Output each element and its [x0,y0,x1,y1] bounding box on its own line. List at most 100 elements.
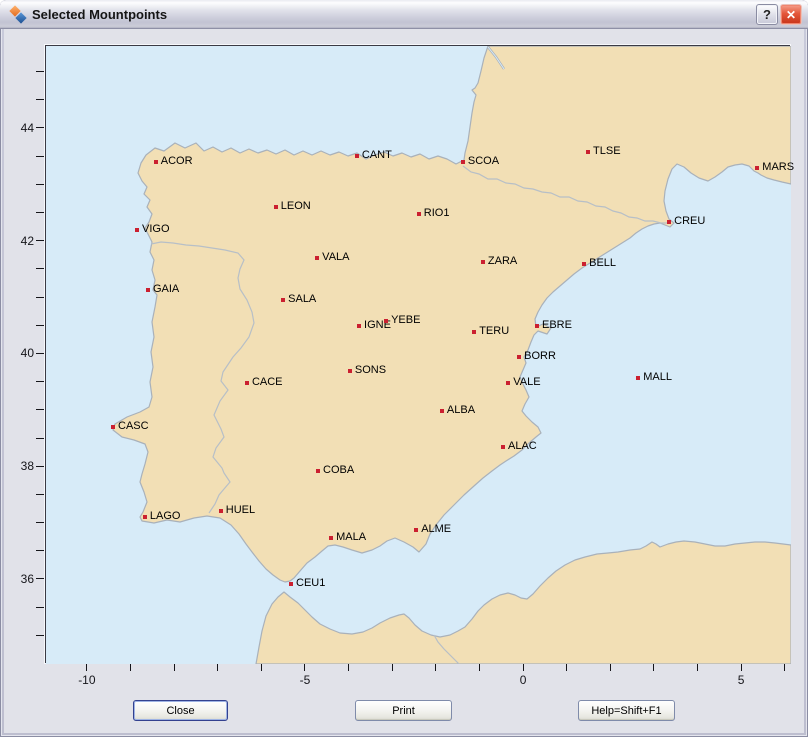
y-axis-tick [36,381,44,382]
station-label: CREU [674,215,705,228]
y-axis-tick [36,99,44,100]
station-label: ZARA [488,255,517,268]
station-marker-ALME [414,528,418,532]
x-axis-tick [86,664,87,671]
x-axis-tick [392,664,393,671]
station-marker-LAGO [143,515,147,519]
x-axis-tick [130,664,131,671]
station-label: TLSE [593,145,621,158]
x-axis-label: -10 [65,673,109,687]
x-axis-tick [610,664,611,671]
x-axis-tick [261,664,262,671]
station-label: HUEL [226,504,255,517]
x-axis-tick [174,664,175,671]
station-label: ALAC [508,440,537,453]
y-axis-tick [36,353,44,354]
station-label: ACOR [161,155,193,168]
station-label: VIGO [142,223,170,236]
x-axis-tick [741,664,742,671]
station-label: MALL [643,371,672,384]
station-label: MARS [762,161,794,174]
x-axis-tick [348,664,349,671]
window-title: Selected Mountpoints [32,7,167,22]
y-axis-tick [36,184,44,185]
y-axis-tick [36,550,44,551]
station-label: CACE [252,376,283,389]
station-marker-SALA [281,298,285,302]
station-label: CASC [118,420,149,433]
station-marker-ACOR [154,160,158,164]
y-axis-label: 38 [4,459,34,473]
station-marker-SONS [348,369,352,373]
station-marker-CACE [245,381,249,385]
map-svg [46,46,791,664]
x-axis-tick [697,664,698,671]
station-marker-ALAC [501,445,505,449]
x-axis-label: 5 [719,673,763,687]
y-axis-tick [36,297,44,298]
y-axis-label: 42 [4,234,34,248]
station-marker-SCOA [461,160,465,164]
station-label: COBA [323,464,354,477]
y-axis-tick [36,438,44,439]
station-label: ALME [421,523,451,536]
station-marker-CANT [355,154,359,158]
y-axis-tick [36,240,44,241]
station-label: YEBE [391,314,420,327]
x-axis-tick [784,664,785,671]
y-axis-tick [36,635,44,636]
station-label: VALE [513,376,540,389]
y-axis-tick [36,607,44,608]
station-marker-IGNE [357,324,361,328]
station-marker-MALL [636,376,640,380]
station-marker-BORR [517,355,521,359]
y-axis-tick [36,494,44,495]
titlebar-help-button[interactable]: ? [756,4,778,25]
station-label: SONS [355,364,386,377]
x-axis-tick [479,664,480,671]
station-label: LAGO [150,510,181,523]
station-label: ALBA [447,404,475,417]
station-marker-CASC [111,425,115,429]
station-marker-CREU [667,220,671,224]
y-axis-tick [36,268,44,269]
station-marker-EBRE [535,324,539,328]
x-axis-tick [523,664,524,671]
print-button[interactable]: Print [355,700,452,721]
y-axis-tick [36,325,44,326]
station-marker-CEU1 [289,582,293,586]
station-label: SALA [288,293,316,306]
y-axis-label: 40 [4,346,34,360]
help-shortcut-button[interactable]: Help=Shift+F1 [578,700,675,721]
station-marker-YEBE [384,319,388,323]
y-axis-tick [36,522,44,523]
y-axis-label: 44 [4,121,34,135]
x-axis-label: 0 [501,673,545,687]
station-label: EBRE [542,319,572,332]
station-marker-LEON [274,205,278,209]
station-label: SCOA [468,155,499,168]
dialog-window: Selected Mountpoints ? ✕ -10 -5 0 5 36 38 40 42… [0,0,808,737]
close-button[interactable]: Close [133,700,228,721]
station-marker-RIO1 [417,212,421,216]
app-icon [9,6,27,24]
station-marker-VALE [506,381,510,385]
station-marker-TERU [472,330,476,334]
station-marker-VALA [315,256,319,260]
titlebar-close-button[interactable]: ✕ [780,4,802,25]
title-bar[interactable]: Selected Mountpoints ? ✕ [0,0,808,29]
y-axis-tick [36,156,44,157]
station-label: BELL [589,257,616,270]
y-axis-label: 36 [4,572,34,586]
station-label: CEU1 [296,577,325,590]
station-marker-ALBA [440,409,444,413]
y-axis-tick [36,409,44,410]
station-marker-MARS [755,166,759,170]
station-label: GAIA [153,283,179,296]
x-axis-label: -5 [283,673,327,687]
station-label: LEON [281,200,311,213]
station-marker-ZARA [481,260,485,264]
y-axis-tick [36,212,44,213]
station-marker-HUEL [219,509,223,513]
station-label: RIO1 [424,207,450,220]
